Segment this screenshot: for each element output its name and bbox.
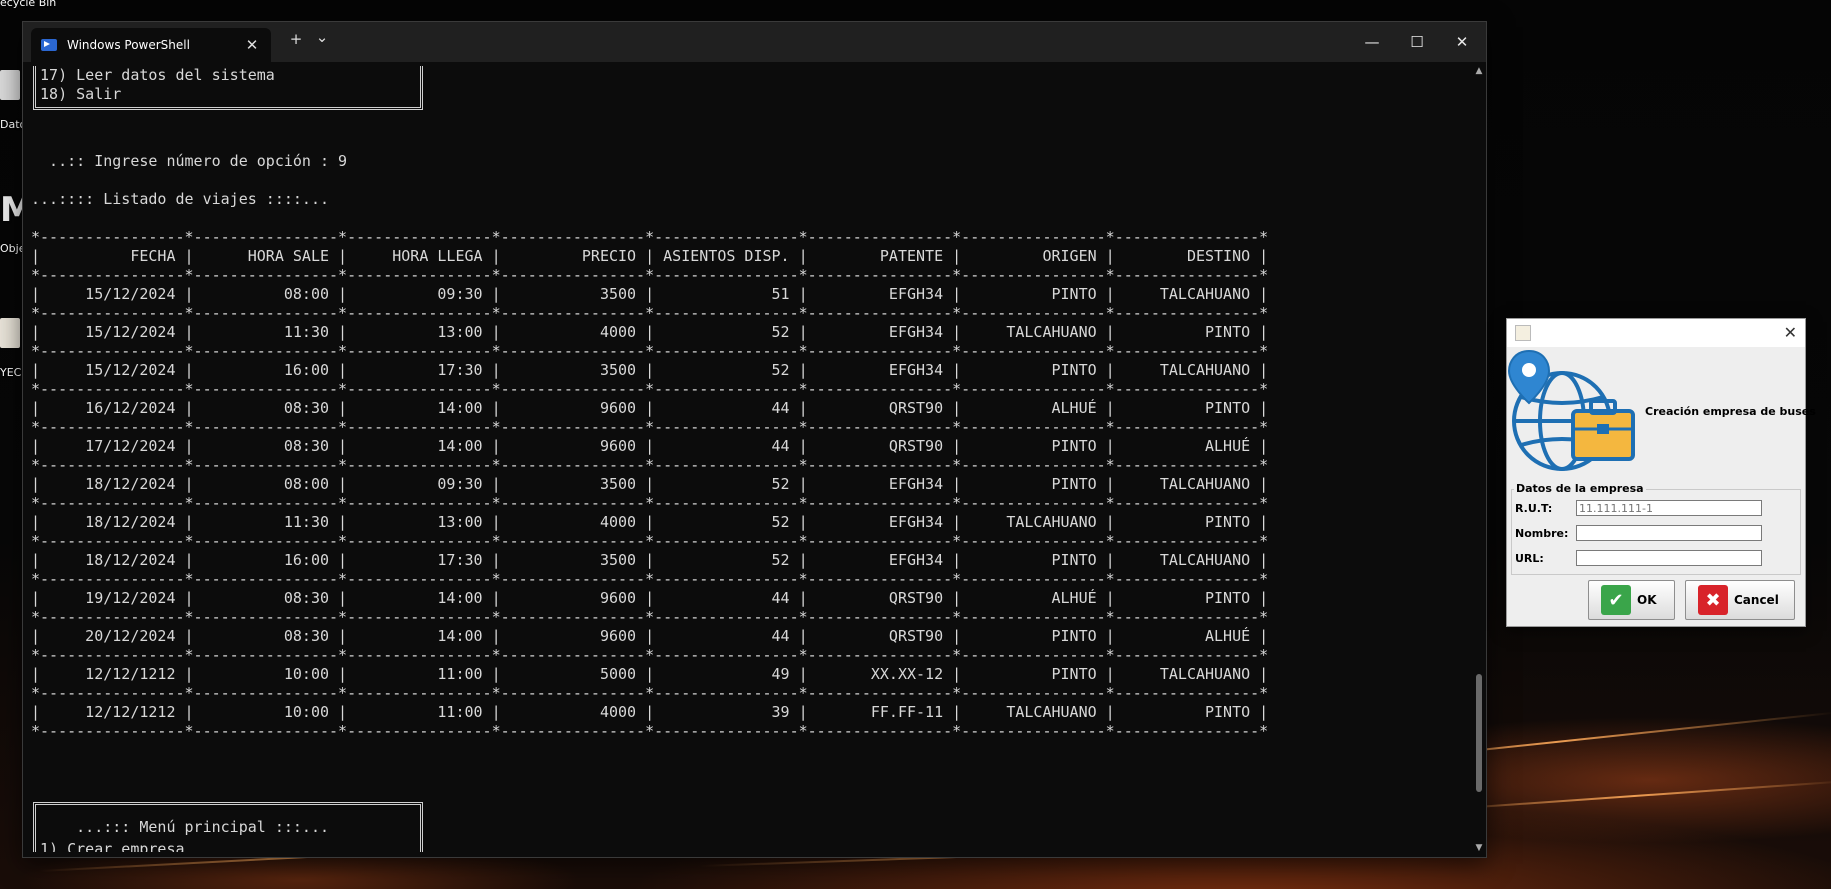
- group-title: Datos de la empresa: [1514, 482, 1646, 495]
- table-border: *----------------*----------------*-----…: [31, 494, 1269, 512]
- scroll-up-icon[interactable]: ▲: [1474, 66, 1484, 78]
- table-border: *----------------*----------------*-----…: [31, 570, 1269, 588]
- scrollbar-thumb[interactable]: [1476, 674, 1482, 792]
- dialog-close-icon[interactable]: ✕: [1784, 323, 1797, 342]
- table-row: | 15/12/2024 | 08:00 | 09:30 | 3500 | 51…: [31, 285, 1269, 303]
- menu-box: [33, 66, 423, 110]
- table-border: *----------------*----------------*-----…: [31, 304, 1269, 322]
- ok-label: OK: [1637, 593, 1657, 607]
- table-header-row: | FECHA | HORA SALE | HORA LLEGA | PRECI…: [31, 247, 1269, 265]
- name-label: Nombre:: [1515, 527, 1569, 540]
- terminal-output[interactable]: 17) Leer datos del sistema 18) Salir ..:…: [31, 66, 1459, 852]
- table-border: *----------------*----------------*-----…: [31, 228, 1269, 246]
- minimize-button[interactable]: —: [1350, 22, 1394, 62]
- table-border: *----------------*----------------*-----…: [31, 608, 1269, 626]
- rut-label: R.U.T:: [1515, 502, 1553, 515]
- table-border: *----------------*----------------*-----…: [31, 722, 1269, 740]
- ok-button[interactable]: ✔ OK: [1588, 580, 1675, 620]
- chevron-down-icon[interactable]: ⌄: [311, 28, 333, 46]
- desktop-icon-label[interactable]: YEC: [0, 366, 21, 379]
- table-row: | 12/12/1212 | 10:00 | 11:00 | 4000 | 39…: [31, 703, 1269, 721]
- cancel-label: Cancel: [1734, 593, 1779, 607]
- cancel-button[interactable]: ✖ Cancel: [1685, 580, 1795, 620]
- table-row: | 20/12/2024 | 08:30 | 14:00 | 9600 | 44…: [31, 627, 1269, 645]
- dialog-title-bar: ✕: [1507, 319, 1805, 347]
- trip-list-title: ...:::: Listado de viajes ::::...: [31, 190, 330, 208]
- table-row: | 15/12/2024 | 16:00 | 17:30 | 3500 | 52…: [31, 361, 1269, 379]
- option-prompt: ..:: Ingrese número de opción : 9: [31, 152, 348, 170]
- powershell-icon: [41, 39, 57, 51]
- title-bar: Windows PowerShell ✕ + ⌄ — ☐ ✕: [23, 22, 1486, 62]
- rut-input[interactable]: [1576, 500, 1762, 516]
- table-border: *----------------*----------------*-----…: [31, 646, 1269, 664]
- main-menu-box: [33, 802, 423, 852]
- table-row: | 18/12/2024 | 08:00 | 09:30 | 3500 | 52…: [31, 475, 1269, 493]
- java-file-icon[interactable]: [0, 318, 20, 348]
- table-border: *----------------*----------------*-----…: [31, 342, 1269, 360]
- table-border: *----------------*----------------*-----…: [31, 532, 1269, 550]
- new-tab-button[interactable]: +: [285, 30, 307, 48]
- globe-briefcase-icon: [1507, 349, 1635, 471]
- java-app-icon: [1515, 325, 1531, 341]
- url-label: URL:: [1515, 552, 1544, 565]
- powershell-window: Windows PowerShell ✕ + ⌄ — ☐ ✕ 17) Leer …: [22, 21, 1487, 858]
- table-row: | 17/12/2024 | 08:30 | 14:00 | 9600 | 44…: [31, 437, 1269, 455]
- create-company-dialog: ✕ Creación empresa de buses Datos de la …: [1506, 318, 1816, 627]
- document-icon[interactable]: [0, 70, 20, 100]
- table-border: *----------------*----------------*-----…: [31, 456, 1269, 474]
- tab-windows-powershell[interactable]: Windows PowerShell ✕: [31, 28, 271, 62]
- table-row: | 15/12/2024 | 11:30 | 13:00 | 4000 | 52…: [31, 323, 1269, 341]
- company-data-group: Datos de la empresa R.U.T: Nombre: URL:: [1511, 482, 1801, 575]
- tab-title: Windows PowerShell: [67, 38, 190, 52]
- check-icon: ✔: [1601, 585, 1631, 615]
- url-input[interactable]: [1576, 550, 1762, 566]
- x-icon: ✖: [1698, 585, 1728, 615]
- scroll-down-icon[interactable]: ▼: [1474, 843, 1484, 855]
- table-row: | 19/12/2024 | 08:30 | 14:00 | 9600 | 44…: [31, 589, 1269, 607]
- table-row: | 16/12/2024 | 08:30 | 14:00 | 9600 | 44…: [31, 399, 1269, 417]
- name-input[interactable]: [1576, 525, 1762, 541]
- tab-close-icon[interactable]: ✕: [241, 36, 263, 54]
- maximize-button[interactable]: ☐: [1395, 22, 1439, 62]
- table-border: *----------------*----------------*-----…: [31, 684, 1269, 702]
- close-button[interactable]: ✕: [1440, 22, 1484, 62]
- table-row: | 18/12/2024 | 16:00 | 17:30 | 3500 | 52…: [31, 551, 1269, 569]
- table-row: | 12/12/1212 | 10:00 | 11:00 | 5000 | 49…: [31, 665, 1269, 683]
- dialog-heading: Creación empresa de buses: [1645, 405, 1816, 418]
- table-border: *----------------*----------------*-----…: [31, 380, 1269, 398]
- desktop-icon-recycle-bin-label[interactable]: ecycle Bin: [0, 0, 56, 9]
- table-row: | 18/12/2024 | 11:30 | 13:00 | 4000 | 52…: [31, 513, 1269, 531]
- vertical-scrollbar[interactable]: ▲ ▼: [1472, 62, 1486, 857]
- table-border: *----------------*----------------*-----…: [31, 418, 1269, 436]
- table-border: *----------------*----------------*-----…: [31, 266, 1269, 284]
